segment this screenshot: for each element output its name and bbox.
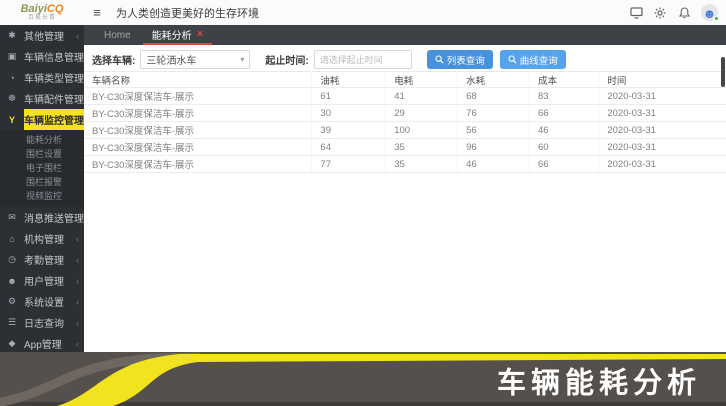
sidebar-item-vehicle-parts[interactable]: ☸车辆配件管理‹ <box>0 88 84 109</box>
sidebar-item-log-query[interactable]: ☰日志查询‹ <box>0 312 84 333</box>
bottom-banner: 车辆能耗分析 <box>0 352 726 406</box>
col-cost: 成本 <box>530 72 599 88</box>
tab-energy-analysis[interactable]: 能耗分析 × <box>143 25 212 45</box>
vehicle-name-cell: BY-C30深度保洁车-展示 <box>84 105 312 122</box>
sidebar: ✱其他管理‹ ▣车辆信息管理‹ ◔车辆类型管理‹ ☸车辆配件管理‹ Y车辆监控管… <box>0 25 84 352</box>
list-query-button[interactable]: 列表查询 <box>427 50 493 69</box>
chevron-icon: ‹ <box>76 318 84 328</box>
sidebar-item-message-push[interactable]: ✉消息推送管理‹ <box>0 207 84 228</box>
search-icon <box>435 55 444 64</box>
bell-icon[interactable] <box>677 6 691 20</box>
sidebar-item-vehicle-info[interactable]: ▣车辆信息管理‹ <box>0 46 84 67</box>
logo-main: Baiyi <box>21 3 47 15</box>
col-electricity: 电耗 <box>386 72 458 88</box>
search-icon <box>508 55 517 64</box>
sidebar-item-organization[interactable]: ⌂机构管理‹ <box>0 228 84 249</box>
logo-text: BaiyiCQ <box>21 4 64 15</box>
pie-icon: ◔ <box>0 73 24 83</box>
chevron-icon: ‹ <box>76 255 84 265</box>
truck-icon: ▣ <box>0 51 24 62</box>
list-icon: ☰ <box>0 317 24 328</box>
envelope-icon: ✉ <box>0 212 24 223</box>
sidebar-subitem-fence-alarm[interactable]: 围栏报警 <box>0 175 84 189</box>
logo[interactable]: BaiyiCQ 百易长青 <box>0 0 84 25</box>
chevron-icon: ‹ <box>76 31 84 41</box>
monitor-icon[interactable] <box>629 6 643 20</box>
chevron-icon: ‹ <box>76 276 84 286</box>
tab-label: 能耗分析 <box>152 27 192 42</box>
header-icons: ☻ <box>629 4 726 21</box>
chevron-icon: ‹ <box>76 234 84 244</box>
sidebar-item-vehicle-monitor[interactable]: Y车辆监控管理– <box>0 109 84 130</box>
top-header: BaiyiCQ 百易长青 ≡ 为人类创造更美好的生存环境 ☻ <box>0 0 726 25</box>
curve-query-button[interactable]: 曲线查询 <box>500 50 566 69</box>
vehicle-name-cell: BY-C30深度保洁车-展示 <box>84 122 312 139</box>
sidebar-submenu: 能耗分析 围栏设置 电子围栏 围栏报警 视频监控 <box>0 130 84 207</box>
vehicle-name-cell: BY-C30深度保洁车-展示 <box>84 88 312 105</box>
vehicle-select-value: 三轮洒水车 <box>146 52 196 67</box>
sidebar-item-vehicle-type[interactable]: ◔车辆类型管理‹ <box>0 67 84 88</box>
sidebar-item-attendance[interactable]: ◷考勤管理‹ <box>0 249 84 270</box>
vehicle-name-cell: BY-C30深度保洁车-展示 <box>84 156 312 173</box>
slogan-text: 为人类创造更美好的生存环境 <box>116 5 629 21</box>
users-icon: ☻ <box>0 276 24 286</box>
hamburger-menu-icon[interactable]: ≡ <box>84 5 110 20</box>
misc-icon: ✱ <box>0 30 24 41</box>
logo-subtitle: 百易长青 <box>28 15 56 22</box>
sidebar-subitem-electronic-fence[interactable]: 电子围栏 <box>0 161 84 175</box>
scrollbar-thumb[interactable] <box>721 57 725 87</box>
col-vehicle-name: 车辆名称 <box>84 72 312 88</box>
clock-icon: ◷ <box>0 254 24 265</box>
sidebar-item-user-management[interactable]: ☻用户管理‹ <box>0 270 84 291</box>
sidebar-item-misc[interactable]: ✱其他管理‹ <box>0 25 84 46</box>
time-range-input[interactable] <box>314 50 412 69</box>
close-icon[interactable]: × <box>197 28 203 40</box>
col-fuel: 油耗 <box>312 72 386 88</box>
content-area: 选择车辆: 三轮洒水车 ▾ 起止时间: 列表查询 曲线查询 <box>84 45 726 352</box>
app-icon: ◆ <box>0 338 24 349</box>
branch-icon: Y <box>0 115 24 125</box>
table-row[interactable]: BY-C30深度保洁车-展示 39 100 56 46 2020-03-31 <box>84 122 726 139</box>
col-time: 时间 <box>599 72 726 88</box>
col-water: 水耗 <box>458 72 530 88</box>
time-range-label: 起止时间: <box>265 52 308 67</box>
table-row[interactable]: BY-C30深度保洁车-展示 61 41 68 83 2020-03-31 <box>84 88 726 105</box>
table-row[interactable]: BY-C30深度保洁车-展示 77 35 46 66 2020-03-31 <box>84 156 726 173</box>
table-header-row: 车辆名称 油耗 电耗 水耗 成本 时间 <box>84 72 726 88</box>
main-panel: Home 能耗分析 × 选择车辆: 三轮洒水车 ▾ 起止时间: <box>84 25 726 352</box>
sidebar-subitem-fence-settings[interactable]: 围栏设置 <box>0 147 84 161</box>
table-row[interactable]: BY-C30深度保洁车-展示 30 29 76 66 2020-03-31 <box>84 105 726 122</box>
tab-bar: Home 能耗分析 × <box>84 25 726 45</box>
tab-home[interactable]: Home <box>92 25 143 45</box>
vehicle-select-label: 选择车辆: <box>92 52 135 67</box>
user-avatar[interactable]: ☻ <box>701 4 718 21</box>
middle-region: ✱其他管理‹ ▣车辆信息管理‹ ◔车辆类型管理‹ ☸车辆配件管理‹ Y车辆监控管… <box>0 25 726 352</box>
building-icon: ⌂ <box>0 234 24 244</box>
cogs-icon: ⚙ <box>0 296 24 307</box>
sidebar-item-app-management[interactable]: ◆App管理‹ <box>0 333 84 352</box>
filter-bar: 选择车辆: 三轮洒水车 ▾ 起止时间: 列表查询 曲线查询 <box>84 45 726 71</box>
gear-icon: ☸ <box>0 93 24 104</box>
chevron-icon: ‹ <box>76 297 84 307</box>
chevron-down-icon: ▾ <box>240 55 244 64</box>
energy-table: 车辆名称 油耗 电耗 水耗 成本 时间 BY-C30深度保洁车-展示 61 41 <box>84 71 726 173</box>
sidebar-subitem-energy-analysis[interactable]: 能耗分析 <box>0 133 84 147</box>
banner-title: 车辆能耗分析 <box>497 360 701 402</box>
logo-accent: CQ <box>47 3 64 15</box>
sidebar-subitem-video-monitor[interactable]: 视频监控 <box>0 189 84 203</box>
online-status-dot <box>714 16 719 21</box>
vehicle-select[interactable]: 三轮洒水车 ▾ <box>140 50 250 69</box>
vehicle-name-cell: BY-C30深度保洁车-展示 <box>84 139 312 156</box>
sidebar-item-system-settings[interactable]: ⚙系统设置‹ <box>0 291 84 312</box>
gear-icon[interactable] <box>653 6 667 20</box>
table-row[interactable]: BY-C30深度保洁车-展示 64 35 96 60 2020-03-31 <box>84 139 726 156</box>
app-window: BaiyiCQ 百易长青 ≡ 为人类创造更美好的生存环境 ☻ ✱其他管理‹ ▣车… <box>0 0 726 406</box>
chevron-icon: ‹ <box>76 339 84 349</box>
